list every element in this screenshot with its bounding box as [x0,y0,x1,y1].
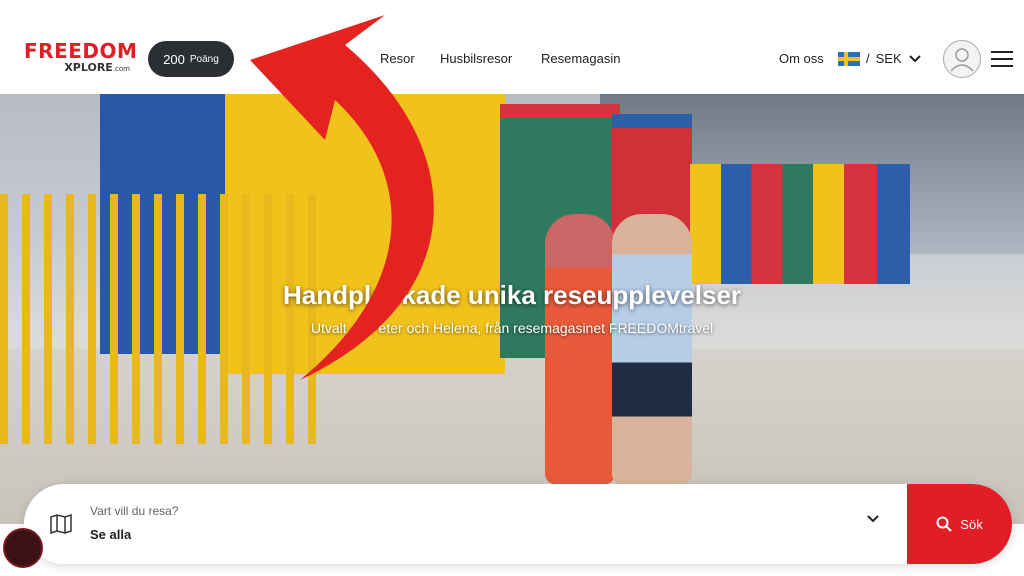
search-button[interactable]: Sök [907,484,1012,564]
points-badge[interactable]: 200 Poäng [148,41,234,77]
yellow-railing [0,194,320,444]
freedom-xplore-logo[interactable]: FREEDOM XPLORE.com [24,39,138,80]
chevron-down-icon [908,54,921,62]
logo-main: FREEDOM [24,39,138,63]
couple-person-left [545,214,615,484]
hamburger-menu-button[interactable] [991,51,1013,67]
nav-om-oss[interactable]: Om oss [779,51,824,66]
search-question: Vart vill du resa? [90,504,179,518]
points-label: Poäng [189,53,219,65]
hero-section: Handplockade unika reseupplevelser Utval… [0,94,1024,524]
destination-search-bar[interactable]: Vart vill du resa? Se alla Sök [24,484,1012,564]
film-reel-badge-icon [3,528,43,568]
hero-subtitle: Utvalt av Peter och Helena, från resemag… [310,320,714,336]
hero-title: Handplockade unika reseupplevelser [282,280,742,310]
user-avatar-button[interactable] [943,40,981,78]
menu-line [991,51,1013,53]
chevron-down-icon[interactable] [866,514,880,524]
nav-resor[interactable]: Resor [380,51,415,66]
nav-husbilsresor[interactable]: Husbilsresor [440,51,512,66]
user-icon [950,48,974,72]
search-icon [936,516,953,532]
nav-resemagasin[interactable]: Resemagasin [541,51,621,66]
site-header: FREEDOM XPLORE.com 200 Poäng Resor Husbi… [0,0,1024,94]
logo-sub: XPLORE.com [64,61,130,74]
separator: / [866,51,870,66]
points-value: 200 [163,51,185,67]
search-selected-value[interactable]: Se alla [90,527,131,542]
map-icon [50,514,72,534]
couple-person-right [612,214,692,484]
language-currency-selector[interactable]: / SEK [838,51,922,66]
search-button-label: Sök [960,516,983,532]
currency-label: SEK [875,51,902,66]
small-beach-huts [690,164,910,284]
menu-line [991,58,1013,60]
menu-line [991,65,1013,67]
swedish-flag-icon [838,51,860,66]
